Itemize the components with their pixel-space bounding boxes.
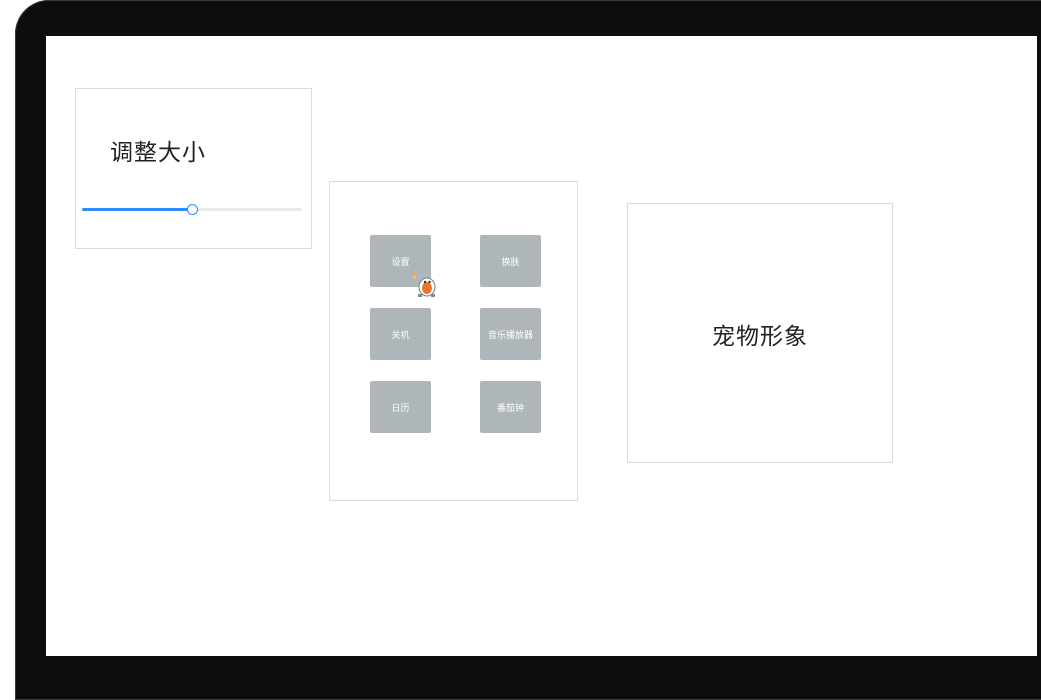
resize-panel: 调整大小	[75, 88, 312, 249]
pet-sprite-icon	[413, 272, 436, 297]
music-player-button[interactable]: 音乐播放器	[480, 308, 541, 360]
resize-title: 调整大小	[110, 140, 206, 166]
size-slider[interactable]	[82, 203, 302, 215]
change-skin-button[interactable]: 换肤	[480, 235, 541, 287]
pet-panel[interactable]: 宠物形象	[627, 203, 893, 463]
menu-panel: 设置 换肤 关机 音乐播放器 日历 番茄钟	[329, 181, 578, 501]
slider-fill	[82, 208, 192, 211]
pomodoro-button[interactable]: 番茄钟	[480, 381, 541, 433]
shutdown-button[interactable]: 关机	[370, 308, 431, 360]
pet-label: 宠物形象	[712, 324, 808, 350]
calendar-button[interactable]: 日历	[370, 381, 431, 433]
slider-thumb[interactable]	[187, 204, 198, 215]
app-screen: 调整大小 设置 换肤 关机 音乐播放器 日历 番茄钟 宠物形象	[46, 36, 1037, 656]
